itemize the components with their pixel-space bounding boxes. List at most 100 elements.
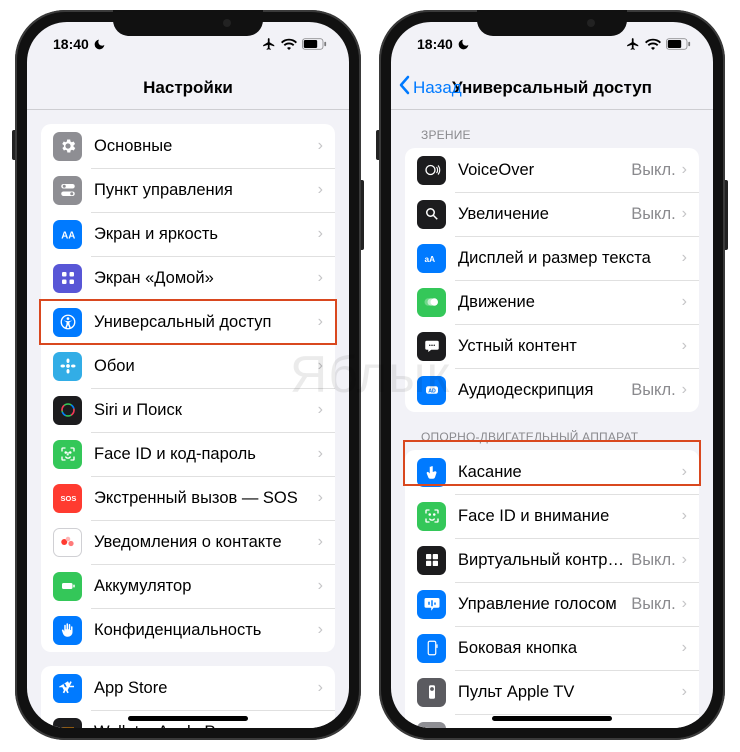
- chevron-right-icon: ›: [318, 357, 323, 375]
- row-display[interactable]: AA Экран и яркость›: [41, 212, 335, 256]
- switch-control-icon: [417, 546, 446, 575]
- row-label: Face ID и код-пароль: [94, 445, 318, 464]
- battery-icon: [666, 38, 691, 50]
- row-label: VoiceOver: [458, 161, 631, 180]
- row-home-screen[interactable]: Экран «Домой»›: [41, 256, 335, 300]
- sos-icon: SOS: [53, 484, 82, 513]
- appstore-icon: [53, 674, 82, 703]
- row-apple-tv-remote[interactable]: Пульт Apple TV›: [405, 670, 699, 714]
- row-display-text[interactable]: aAДисплей и размер текста›: [405, 236, 699, 280]
- row-faceid[interactable]: Face ID и код-пароль›: [41, 432, 335, 476]
- row-label: Конфиденциальность: [94, 621, 318, 640]
- row-label: Основные: [94, 137, 318, 156]
- row-exposure[interactable]: Уведомления о контакте›: [41, 520, 335, 564]
- airplane-icon: [262, 37, 276, 51]
- text-size-icon: AA: [53, 220, 82, 249]
- chevron-right-icon: ›: [318, 577, 323, 595]
- row-label: Пункт управления: [94, 181, 318, 200]
- row-voiceover[interactable]: VoiceOverВыкл.›: [405, 148, 699, 192]
- chevron-right-icon: ›: [682, 639, 687, 657]
- row-accessibility[interactable]: Универсальный доступ›: [41, 300, 335, 344]
- row-label: Экстренный вызов — SOS: [94, 489, 318, 508]
- row-label: Увеличение: [458, 205, 631, 224]
- home-indicator[interactable]: [492, 716, 612, 721]
- faceid-icon: [417, 502, 446, 531]
- row-control-center[interactable]: Пункт управления›: [41, 168, 335, 212]
- row-value: Выкл.: [631, 381, 675, 400]
- row-label: Устный контент: [458, 337, 682, 356]
- chevron-right-icon: ›: [318, 269, 323, 287]
- row-spoken[interactable]: Устный контент›: [405, 324, 699, 368]
- battery-row-icon: [53, 572, 82, 601]
- faceid-icon: [53, 440, 82, 469]
- row-appstore[interactable]: App Store›: [41, 666, 335, 710]
- chevron-right-icon: ›: [682, 249, 687, 267]
- row-motion[interactable]: Движение›: [405, 280, 699, 324]
- back-button[interactable]: Назад: [399, 75, 462, 100]
- row-battery[interactable]: Аккумулятор›: [41, 564, 335, 608]
- motion-icon: [417, 288, 446, 317]
- row-value: Выкл.: [631, 161, 675, 180]
- row-switch-control[interactable]: Виртуальный контроллерВыкл.›: [405, 538, 699, 582]
- airplane-icon: [626, 37, 640, 51]
- section-header-motor: ОПОРНО-ДВИГАТЕЛЬНЫЙ АППАРАТ: [391, 412, 713, 450]
- row-siri[interactable]: Siri и Поиск›: [41, 388, 335, 432]
- chevron-right-icon: ›: [318, 137, 323, 155]
- zoom-icon: [417, 200, 446, 229]
- chevron-right-icon: ›: [682, 381, 687, 399]
- chevron-right-icon: ›: [318, 225, 323, 243]
- chevron-right-icon: ›: [318, 313, 323, 331]
- home-indicator[interactable]: [128, 716, 248, 721]
- notch: [113, 10, 263, 36]
- chevron-right-icon: ›: [682, 293, 687, 311]
- voice-control-icon: [417, 590, 446, 619]
- section-header-vision: ЗРЕНИЕ: [391, 110, 713, 148]
- row-label: Дисплей и размер текста: [458, 249, 682, 268]
- row-zoom[interactable]: УвеличениеВыкл. ›: [405, 192, 699, 236]
- svg-text:AA: AA: [61, 231, 75, 242]
- row-label: Боковая кнопка: [458, 639, 682, 658]
- status-time: 18:40: [53, 36, 89, 52]
- row-value: Выкл.: [631, 205, 675, 224]
- voiceover-icon: [417, 156, 446, 185]
- row-general[interactable]: Основные›: [41, 124, 335, 168]
- row-label: Клавиатуры: [458, 727, 682, 729]
- row-label: Face ID и внимание: [458, 507, 682, 526]
- chevron-right-icon: ›: [682, 507, 687, 525]
- row-label: Уведомления о контакте: [94, 533, 318, 552]
- row-voice-control[interactable]: Управление голосомВыкл.›: [405, 582, 699, 626]
- remote-icon: [417, 678, 446, 707]
- row-wallpaper[interactable]: Обои›: [41, 344, 335, 388]
- row-label: Пульт Apple TV: [458, 683, 682, 702]
- keyboard-icon: [417, 722, 446, 729]
- hand-icon: [53, 616, 82, 645]
- row-side-button[interactable]: Боковая кнопка›: [405, 626, 699, 670]
- row-audio-desc[interactable]: AD АудиодескрипцияВыкл. ›: [405, 368, 699, 412]
- chevron-right-icon: ›: [682, 595, 687, 613]
- row-privacy[interactable]: Конфиденциальность›: [41, 608, 335, 652]
- chevron-right-icon: ›: [682, 205, 687, 223]
- chevron-right-icon: ›: [318, 679, 323, 697]
- row-label: Siri и Поиск: [94, 401, 318, 420]
- chevron-right-icon: ›: [318, 401, 323, 419]
- accessibility-icon: [53, 308, 82, 337]
- accessibility-list[interactable]: ЗРЕНИЕ VoiceOverВыкл.› УвеличениеВыкл.› …: [391, 110, 713, 728]
- flower-icon: [53, 352, 82, 381]
- chevron-right-icon: ›: [318, 489, 323, 507]
- row-sos[interactable]: SOS Экстренный вызов — SOS›: [41, 476, 335, 520]
- row-label: Универсальный доступ: [94, 313, 318, 332]
- row-label: Экран и яркость: [94, 225, 318, 244]
- chevron-right-icon: ›: [318, 621, 323, 639]
- row-label: Аудиодескрипция: [458, 381, 631, 400]
- row-label: Wallet и Apple Pay: [94, 723, 318, 729]
- siri-icon: [53, 396, 82, 425]
- back-label: Назад: [413, 78, 462, 98]
- svg-text:AD: AD: [428, 388, 436, 394]
- wallet-icon: [53, 718, 82, 729]
- row-touch[interactable]: Касание›: [405, 450, 699, 494]
- chevron-right-icon: ›: [682, 463, 687, 481]
- row-label: Экран «Домой»: [94, 269, 318, 288]
- row-face-attention[interactable]: Face ID и внимание›: [405, 494, 699, 538]
- row-label: Управление голосом: [458, 595, 631, 614]
- settings-list[interactable]: Основные› Пункт управления› AAЭкран и яр…: [27, 110, 349, 728]
